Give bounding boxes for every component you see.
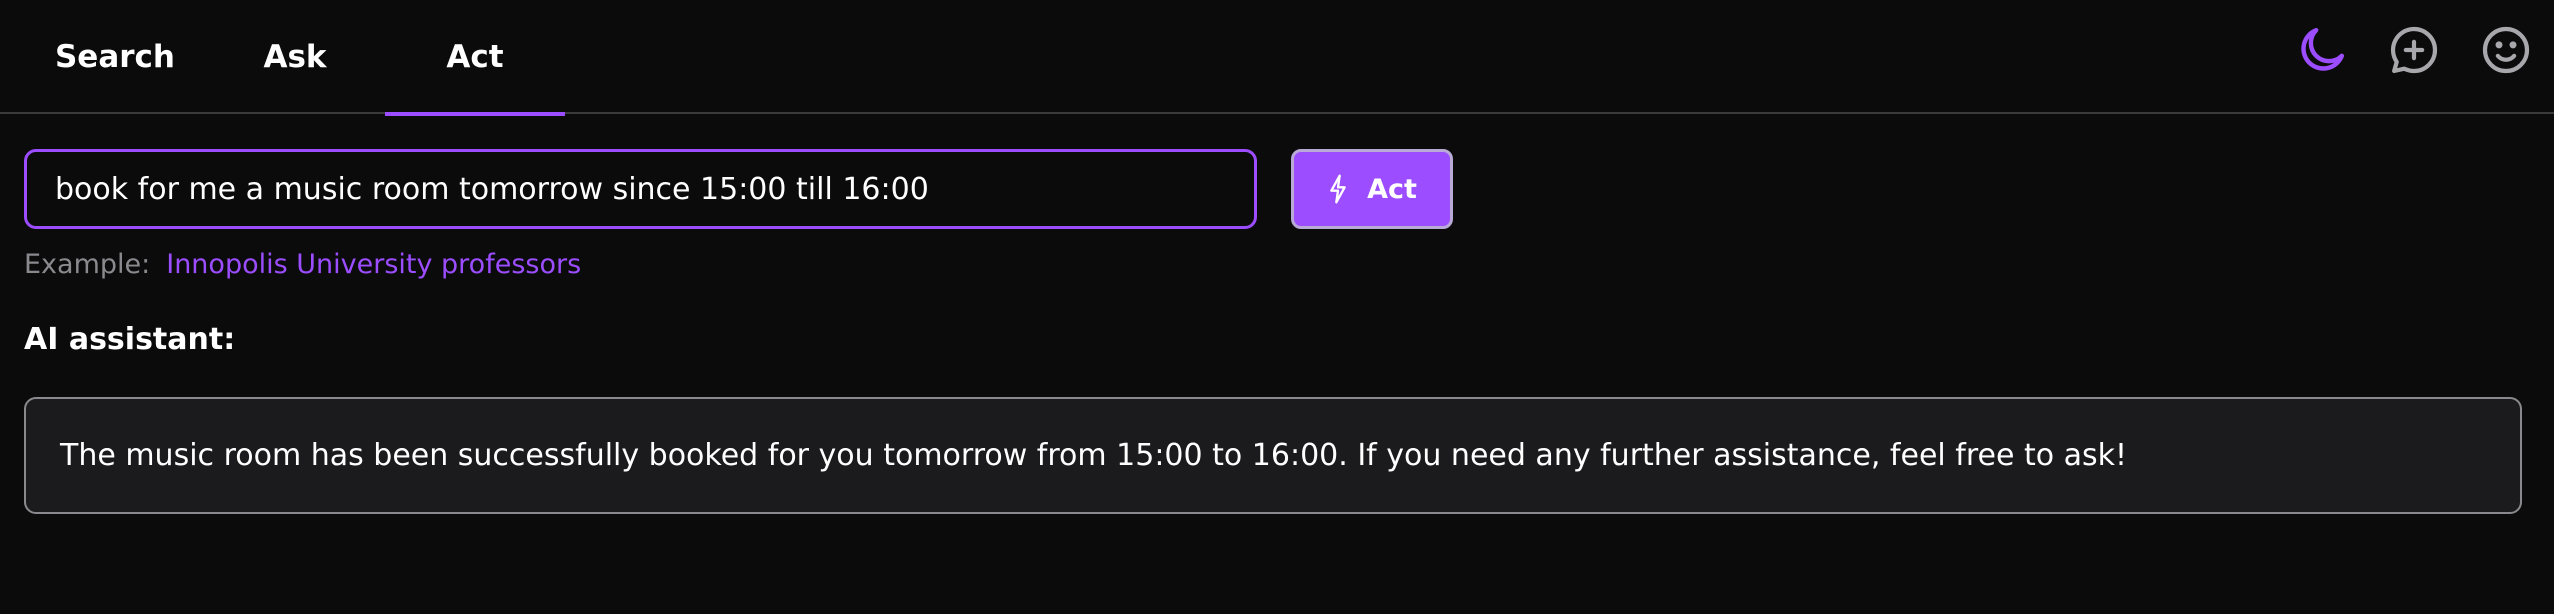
lightning-icon [1330,174,1346,204]
moon-icon[interactable] [2294,22,2350,78]
page: Search Ask Act book for me a music room … [0,0,2554,614]
chat-plus-icon[interactable] [2386,22,2442,78]
act-button[interactable]: Act [1291,149,1453,229]
top-nav: Search Ask Act [0,0,2554,116]
act-input[interactable] [53,170,1228,208]
smiley-icon[interactable] [2478,22,2534,78]
tab-act[interactable]: Act [385,0,565,116]
header-icons [2294,22,2534,78]
assistant-response-box: The music room has been successfully boo… [24,397,2522,514]
act-input-wrapper [24,149,1257,229]
example-label: Example: [24,248,151,280]
act-button-label: Act [1367,173,1417,205]
tab-search[interactable]: Search [20,0,210,114]
tab-ask[interactable]: Ask [210,0,380,114]
assistant-heading: AI assistant: [24,322,236,357]
example-link[interactable]: Innopolis University professors [166,249,581,280]
assistant-response-text: The music room has been successfully boo… [60,438,2128,473]
example-row: Example: Innopolis University professors [24,246,581,282]
